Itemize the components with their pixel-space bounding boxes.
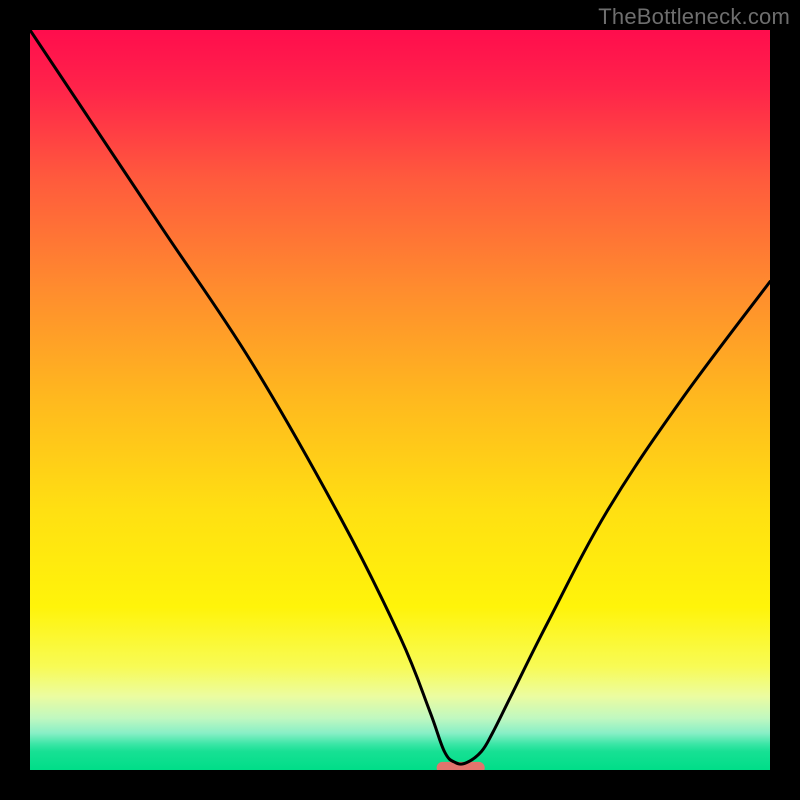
plot-area bbox=[30, 30, 770, 770]
watermark-text: TheBottleneck.com bbox=[598, 4, 790, 30]
gradient-background bbox=[30, 30, 770, 770]
bottleneck-chart bbox=[30, 30, 770, 770]
chart-frame: TheBottleneck.com bbox=[0, 0, 800, 800]
